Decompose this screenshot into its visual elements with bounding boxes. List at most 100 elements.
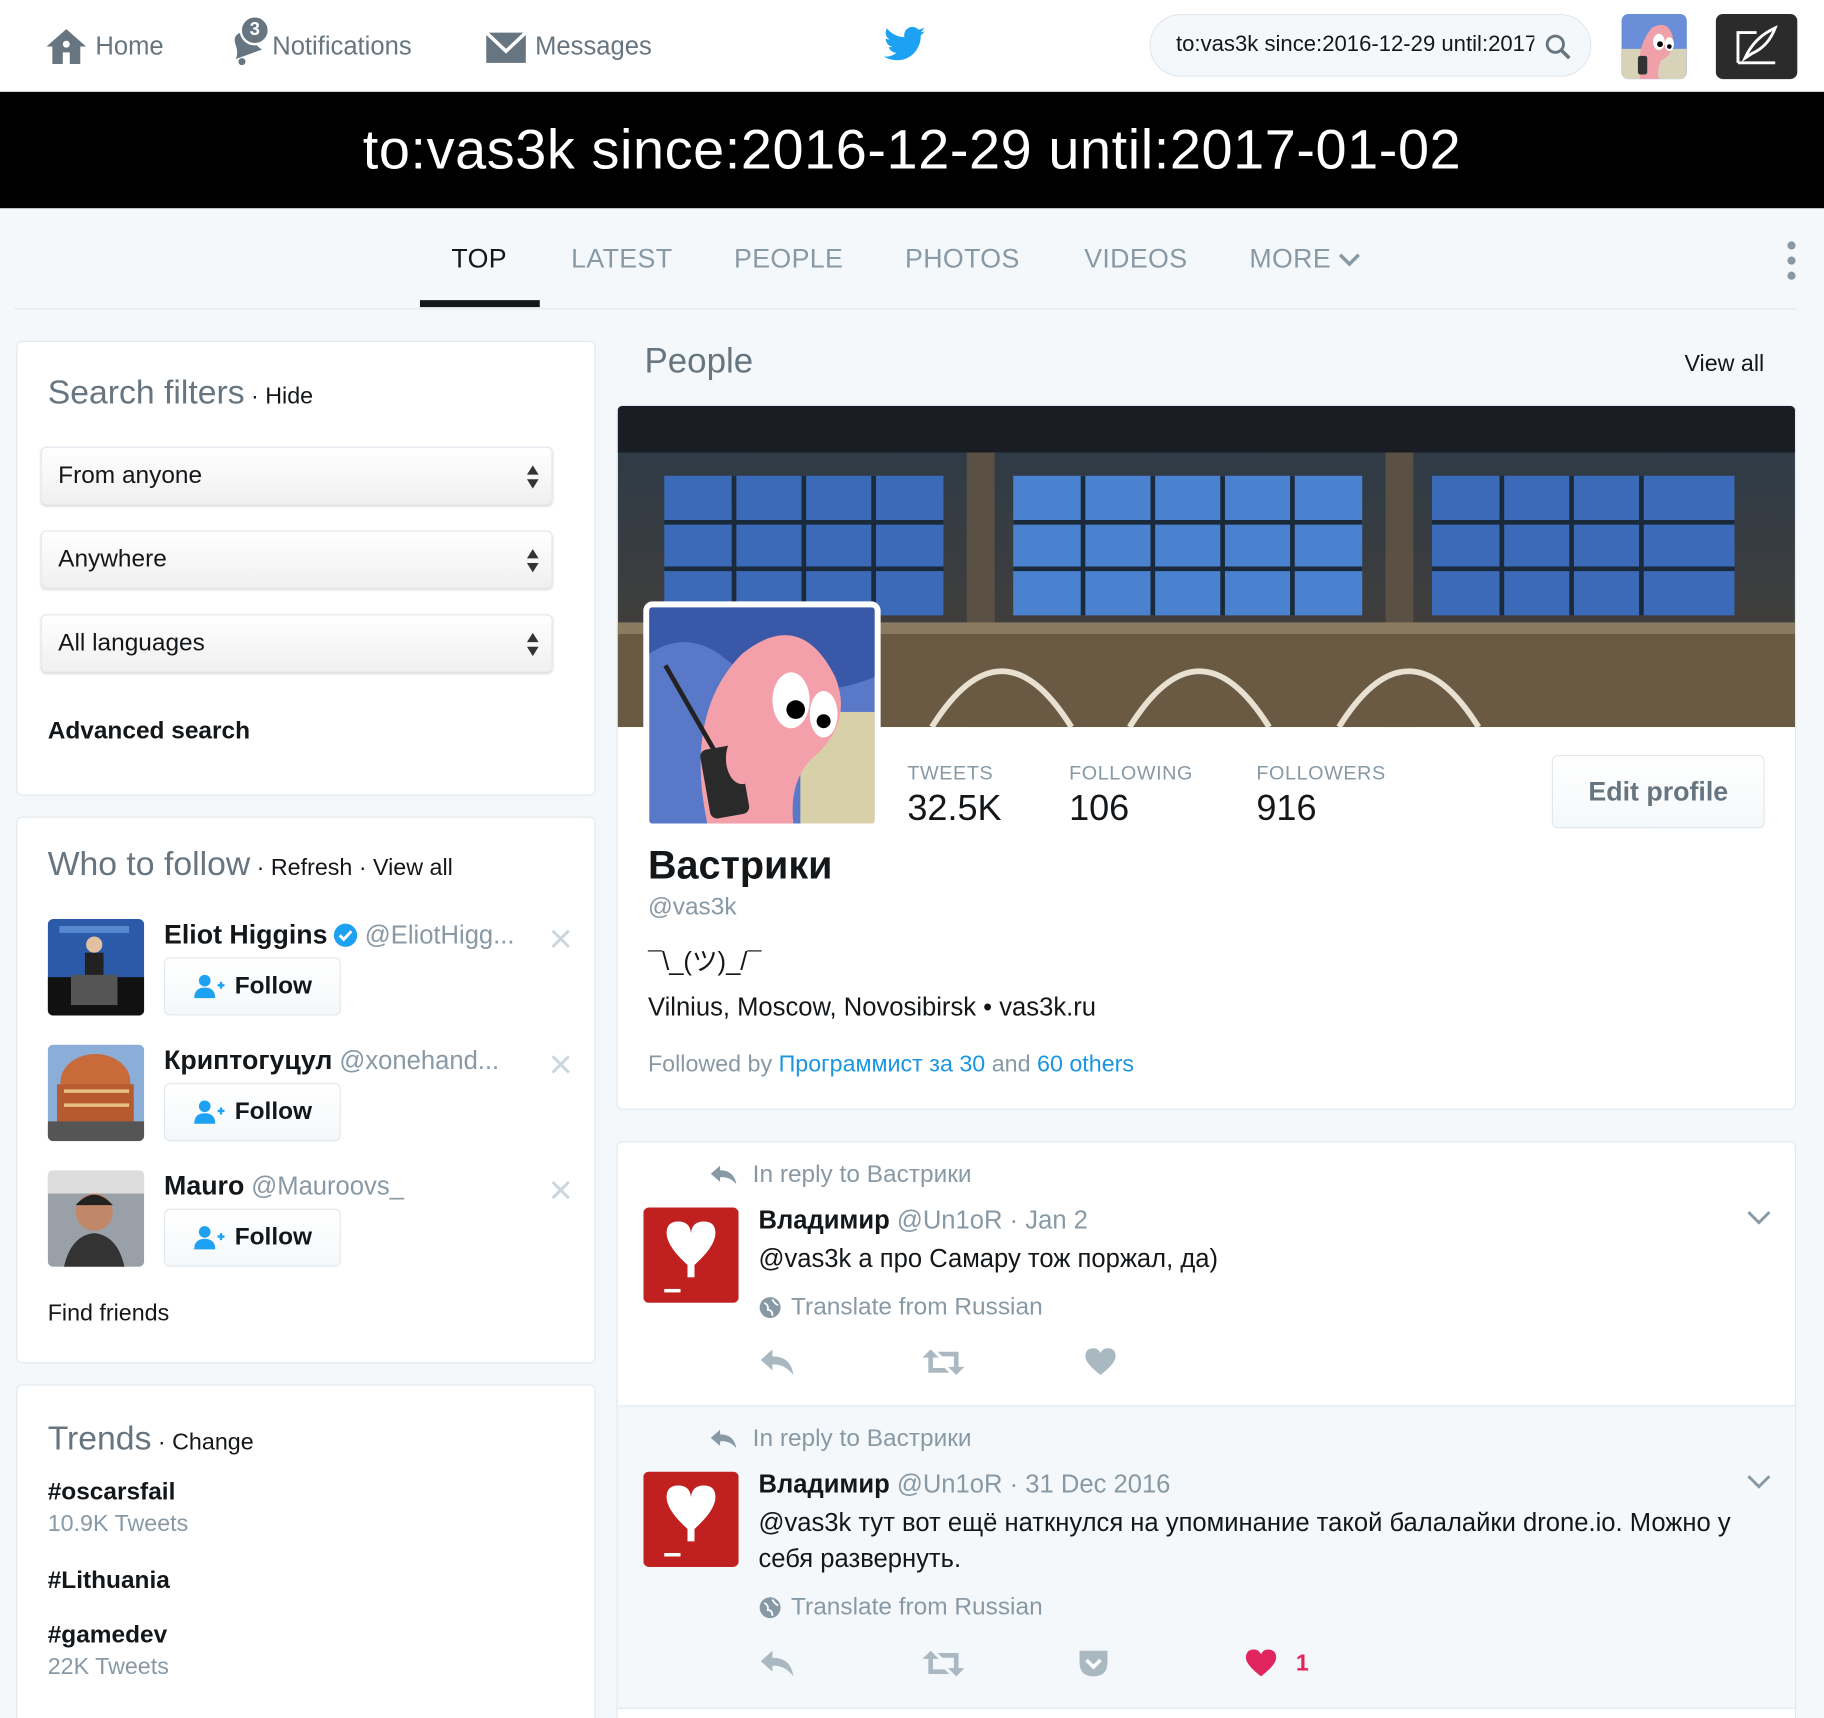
translate-link[interactable]: Translate from Russian	[758, 1593, 1043, 1622]
search-box[interactable]	[1149, 13, 1592, 77]
trend-item[interactable]: #oscarsfail 10.9K Tweets	[48, 1479, 189, 1538]
trend-item[interactable]: #Lithuania	[48, 1567, 170, 1595]
translate-link-text: Translate from Russian	[791, 1593, 1043, 1621]
translate-link[interactable]: Translate from Russian	[758, 1294, 1043, 1322]
people-view-all-link[interactable]: View all	[1684, 351, 1764, 378]
language-select[interactable]: All languages	[40, 614, 553, 673]
refresh-link[interactable]: Refresh	[271, 855, 352, 881]
dismiss-icon[interactable]	[550, 1054, 571, 1075]
reply-arrow-icon	[710, 1165, 737, 1185]
tab-videos[interactable]: VIDEOS	[1084, 243, 1187, 274]
followed-by-user-link[interactable]: Программист за 30	[779, 1052, 986, 1078]
tweet-timestamp[interactable]: 31 Dec 2016	[1025, 1469, 1170, 1498]
followed-by-others-link[interactable]: 60 others	[1037, 1052, 1134, 1078]
reply-button[interactable]	[758, 1347, 795, 1377]
edit-profile-button[interactable]: Edit profile	[1551, 754, 1765, 829]
reply-context[interactable]: In reply to Вастрики	[708, 1161, 972, 1189]
follow-button[interactable]: Follow	[164, 1083, 341, 1142]
like-count: 1	[1295, 1650, 1309, 1676]
profile-website-link[interactable]: vas3k.ru	[999, 992, 1096, 1021]
tweet-timestamp[interactable]: Jan 2	[1025, 1205, 1088, 1234]
compose-tweet-button[interactable]	[1715, 13, 1798, 80]
nav-messages[interactable]: Messages	[484, 26, 652, 68]
nav-notifications[interactable]: 3 Notifications	[228, 15, 412, 68]
select-arrows-icon	[526, 465, 539, 489]
chevron-down-icon[interactable]	[1746, 1210, 1772, 1226]
tab-latest[interactable]: LATEST	[571, 243, 672, 274]
dismiss-icon[interactable]	[550, 1180, 571, 1201]
profile-location: Vilnius, Moscow, Novosibirsk	[647, 992, 977, 1022]
profile-location-row: Vilnius, Moscow, Novosibirsk • vas3k.ru	[647, 992, 1096, 1022]
view-all-link[interactable]: View all	[373, 855, 453, 881]
suggestion-name[interactable]: Криптогуцул	[164, 1045, 332, 1076]
dismiss-icon[interactable]	[550, 928, 571, 949]
hide-filters-link[interactable]: Hide	[265, 384, 313, 410]
tab-people[interactable]: PEOPLE	[734, 243, 843, 274]
profile-avatar[interactable]	[643, 601, 881, 830]
pocket-button[interactable]	[1077, 1648, 1110, 1678]
suggestion-name[interactable]: Eliot Higgins	[164, 919, 328, 950]
suggestion-name[interactable]: Mauro	[164, 1170, 244, 1201]
tab-top[interactable]: TOP	[451, 243, 507, 274]
tab-photos[interactable]: PHOTOS	[905, 243, 1020, 274]
tweet-author-name[interactable]: Владимир	[758, 1205, 889, 1234]
trend-item[interactable]: #gamedev 22K Tweets	[48, 1622, 169, 1681]
follow-button[interactable]: Follow	[164, 1208, 341, 1267]
tweet-author-handle[interactable]: @Un1oR	[897, 1469, 1003, 1498]
tweets-stat[interactable]: TWEETS 32.5K	[907, 762, 1001, 829]
more-options-icon[interactable]	[1786, 241, 1798, 281]
from-select[interactable]: From anyone	[40, 446, 553, 505]
nav-home[interactable]: Home	[44, 26, 164, 68]
suggestion-avatar[interactable]	[47, 1170, 145, 1267]
tweet-avatar[interactable]	[643, 1471, 739, 1567]
profile-handle[interactable]: @vas3k	[648, 893, 737, 921]
notification-count-badge: 3	[239, 15, 270, 46]
heart-icon	[1245, 1649, 1277, 1677]
tweet-header: Владимир @Un1oR · 31 Dec 2016	[758, 1469, 1171, 1499]
search-icon[interactable]	[1544, 33, 1572, 61]
tweet-item[interactable]: In reply to Вастрики Владимир @Un1oR · J…	[617, 1142, 1795, 1407]
followed-by-row: Followed by Программист за 30 and 60 oth…	[648, 1052, 1134, 1079]
trend-name: #Lithuania	[47, 1566, 170, 1594]
trend-count: 10.9K Tweets	[47, 1511, 189, 1537]
retweet-button[interactable]	[921, 1347, 965, 1377]
suggestion-handle: @xonehand...	[339, 1045, 500, 1075]
followers-stat[interactable]: FOLLOWERS 916	[1256, 762, 1385, 829]
search-input[interactable]	[1176, 32, 1535, 59]
tweet-author-handle[interactable]: @Un1oR	[897, 1205, 1003, 1234]
tab-more[interactable]: MORE	[1249, 243, 1361, 274]
like-button[interactable]	[1084, 1347, 1117, 1377]
tweet-author-name[interactable]: Владимир	[758, 1469, 889, 1498]
home-icon	[46, 29, 87, 64]
reply-button[interactable]	[758, 1648, 795, 1678]
reply-context[interactable]: In reply to Вастрики	[708, 1425, 972, 1453]
trend-count: 22K Tweets	[47, 1654, 169, 1680]
find-friends-link[interactable]: Find friends	[48, 1301, 170, 1328]
suggestion-avatar[interactable]	[47, 1044, 145, 1142]
suggestion-name-row: Eliot Higgins @EliotHigg...	[164, 919, 514, 950]
trends-card: Trends · Change #oscarsfail 10.9K Tweets…	[16, 1384, 596, 1718]
retweet-button[interactable]	[921, 1648, 965, 1678]
change-trends-link[interactable]: Change	[172, 1430, 254, 1456]
follow-button-label: Follow	[234, 1098, 313, 1125]
profile-name[interactable]: Вастрики	[648, 843, 833, 888]
twitter-search-page: Home 3 Notifications Messages to:vas3k s…	[0, 0, 1824, 1718]
location-select[interactable]: Anywhere	[40, 530, 553, 589]
advanced-search-link[interactable]: Advanced search	[48, 718, 250, 746]
building-photo	[47, 1044, 145, 1142]
tweet-avatar[interactable]	[643, 1207, 739, 1303]
tweet-timeline: In reply to Вастрики Владимир @Un1oR · J…	[616, 1141, 1797, 1718]
follow-button[interactable]: Follow	[164, 957, 341, 1016]
reply-arrow-icon	[710, 1429, 737, 1449]
like-button[interactable]: 1	[1245, 1648, 1309, 1678]
twitter-bird-logo[interactable]	[883, 26, 926, 69]
tweet-text: @vas3k тут вот ещё наткнулся на упоминан…	[758, 1507, 1731, 1573]
active-tab-indicator	[419, 300, 540, 308]
tweet-item[interactable]: In reply to Вастрики Владимир @Un1oR · 3…	[617, 1406, 1795, 1709]
user-avatar[interactable]	[1621, 13, 1687, 80]
following-stat-label: FOLLOWING	[1069, 761, 1193, 785]
tweet-actions	[758, 1347, 1456, 1384]
following-stat[interactable]: FOLLOWING 106	[1069, 762, 1193, 829]
chevron-down-icon[interactable]	[1746, 1474, 1772, 1490]
suggestion-avatar[interactable]	[47, 919, 145, 1016]
